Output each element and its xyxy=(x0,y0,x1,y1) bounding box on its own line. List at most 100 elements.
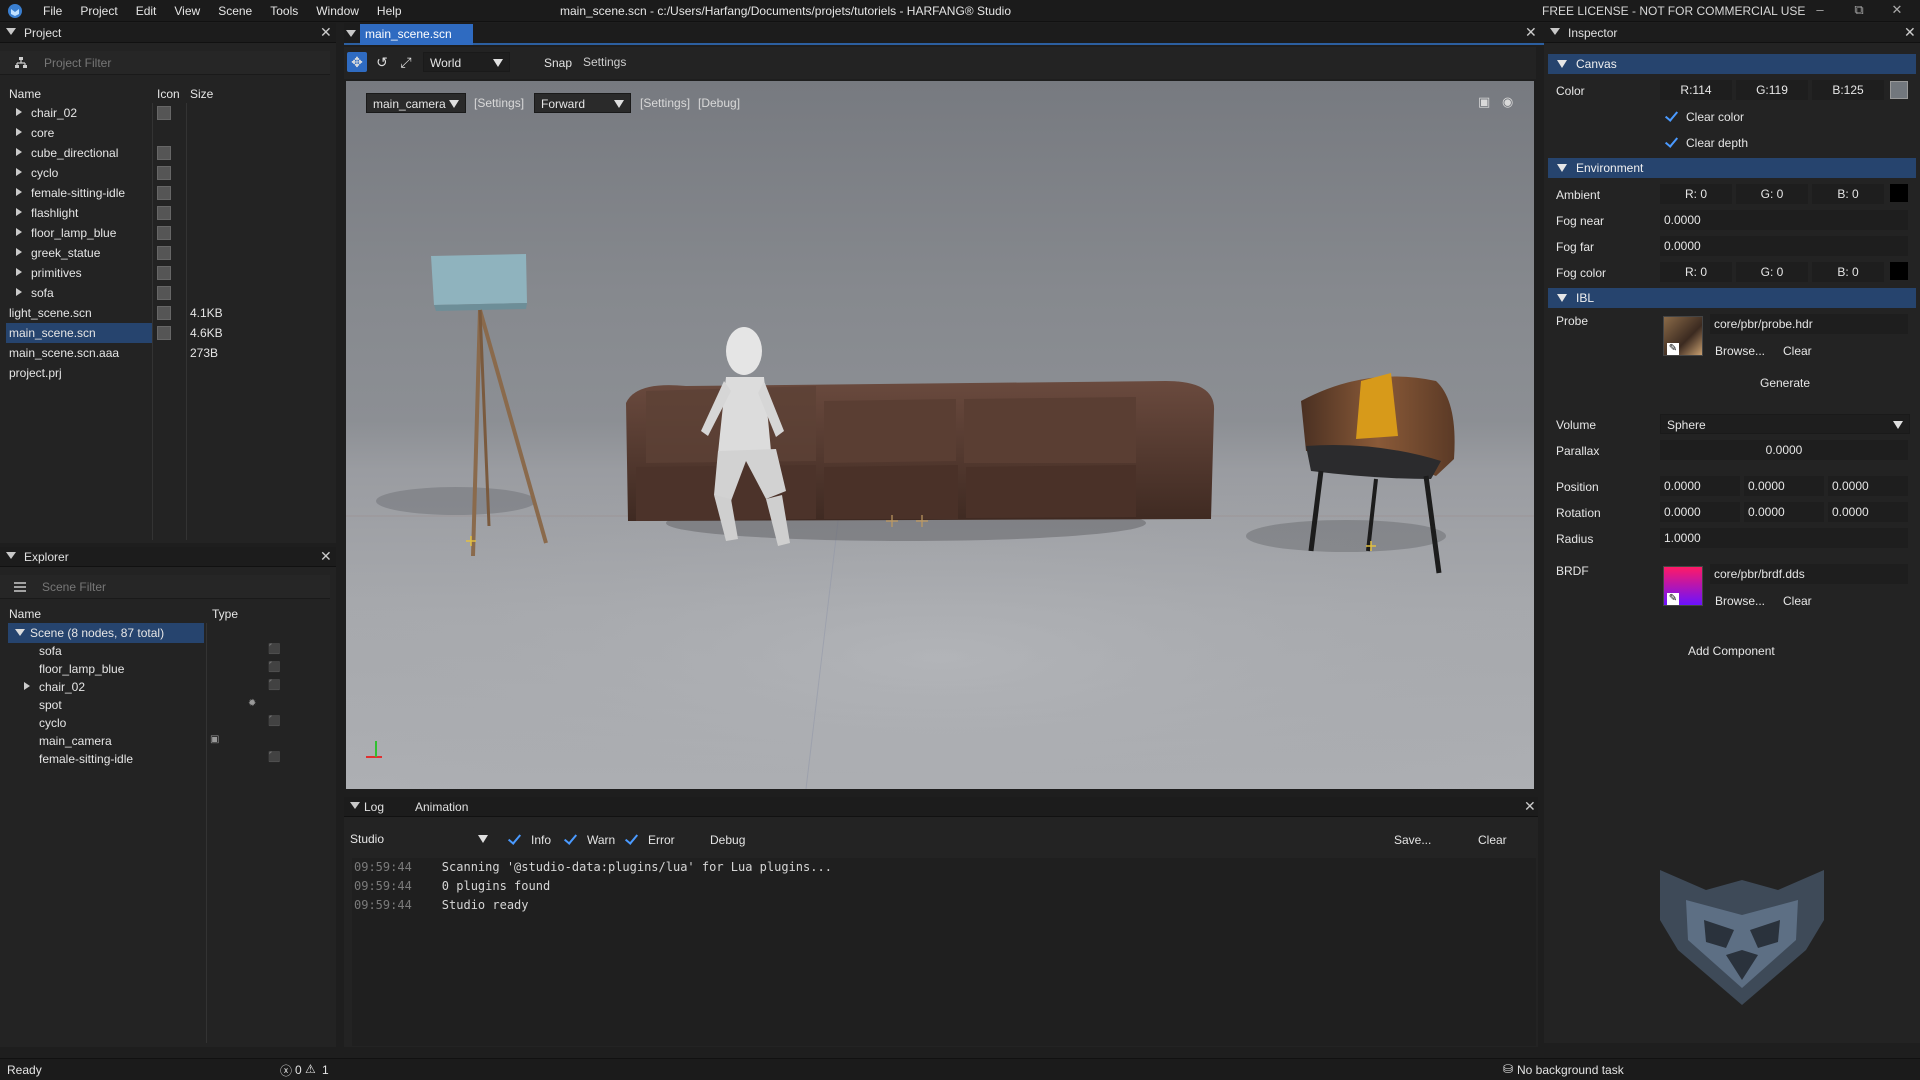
ambient-swatch[interactable] xyxy=(1890,184,1908,202)
tab-main-scene[interactable]: main_scene.scn xyxy=(360,24,473,45)
canvas-section-header[interactable]: Canvas xyxy=(1548,54,1916,74)
collapse-icon[interactable] xyxy=(1550,28,1560,35)
menu-help[interactable]: Help xyxy=(368,0,411,22)
brdf-browse-button[interactable]: Browse... xyxy=(1715,594,1765,608)
rotate-tool-icon[interactable]: ↺ xyxy=(372,52,392,72)
radius-input[interactable]: 1.0000 xyxy=(1660,528,1908,548)
scene-node[interactable]: chair_02 ⬛ xyxy=(0,677,336,697)
camera-select[interactable]: main_camera xyxy=(366,93,466,113)
fog-far-input[interactable]: 0.0000 xyxy=(1660,236,1908,256)
project-folder-item[interactable]: floor_lamp_blue xyxy=(0,223,336,243)
scene-node[interactable]: main_camera ▣ xyxy=(0,731,336,751)
brdf-clear-button[interactable]: Clear xyxy=(1783,594,1812,608)
project-file-item[interactable]: main_scene.scn.aaa 273B xyxy=(0,343,336,363)
canvas-color-r[interactable]: R:114 xyxy=(1660,80,1732,100)
close-icon[interactable]: ✕ xyxy=(1524,798,1536,815)
ambient-b[interactable]: B: 0 xyxy=(1812,184,1884,204)
close-icon[interactable]: ✕ xyxy=(1525,24,1537,41)
debug-toggle[interactable]: Debug xyxy=(710,833,745,847)
scene-node[interactable]: female-sitting-idle ⬛ xyxy=(0,749,336,769)
fog-color-swatch[interactable] xyxy=(1890,262,1908,280)
expand-icon[interactable] xyxy=(16,168,22,176)
clear-depth-checkbox[interactable] xyxy=(1663,134,1679,150)
expanded-icon[interactable] xyxy=(15,629,25,636)
brdf-thumbnail[interactable]: ✎ xyxy=(1663,566,1703,606)
menu-project[interactable]: Project xyxy=(71,0,126,22)
canvas-color-g[interactable]: G:119 xyxy=(1736,80,1808,100)
ambient-g[interactable]: G: 0 xyxy=(1736,184,1808,204)
menu-window[interactable]: Window xyxy=(307,0,368,22)
collapse-icon[interactable] xyxy=(6,552,16,559)
edit-icon[interactable]: ✎ xyxy=(1667,343,1679,355)
scene-filter[interactable]: Scene Filter xyxy=(0,575,330,599)
fog-near-input[interactable]: 0.0000 xyxy=(1660,210,1908,230)
debug-link[interactable]: [Debug] xyxy=(698,96,740,110)
collapse-icon[interactable] xyxy=(6,28,16,35)
project-folder-item[interactable]: flashlight xyxy=(0,203,336,223)
canvas-color-b[interactable]: B:125 xyxy=(1812,80,1884,100)
project-folder-item[interactable]: core xyxy=(0,123,336,143)
fog-color-r[interactable]: R: 0 xyxy=(1660,262,1732,282)
column-icon[interactable]: Icon xyxy=(157,87,180,101)
project-folder-item[interactable]: chair_02 xyxy=(0,103,336,123)
position-y[interactable]: 0.0000 xyxy=(1744,476,1824,496)
position-x[interactable]: 0.0000 xyxy=(1660,476,1740,496)
collapse-icon[interactable] xyxy=(350,802,360,809)
expand-icon[interactable] xyxy=(16,128,22,136)
hierarchy-icon[interactable] xyxy=(14,56,28,70)
expand-icon[interactable] xyxy=(16,108,22,116)
project-file-item[interactable]: main_scene.scn 4.6KB xyxy=(0,323,336,343)
close-window-icon[interactable]: ✕ xyxy=(1887,2,1907,20)
expand-icon[interactable] xyxy=(24,682,30,690)
ibl-section-header[interactable]: IBL xyxy=(1548,288,1916,308)
pipeline-select[interactable]: Forward xyxy=(534,93,631,113)
scene-node[interactable]: sofa ⬛ xyxy=(0,641,336,661)
generate-button[interactable]: Generate xyxy=(1760,376,1810,390)
project-folder-item[interactable]: primitives xyxy=(0,263,336,283)
expand-icon[interactable] xyxy=(16,188,22,196)
fog-color-g[interactable]: G: 0 xyxy=(1736,262,1808,282)
add-component-button[interactable]: Add Component xyxy=(1688,644,1775,658)
restore-icon[interactable]: ⧉ xyxy=(1849,2,1869,20)
project-folder-item[interactable]: female-sitting-idle xyxy=(0,183,336,203)
expand-icon[interactable] xyxy=(16,268,22,276)
menu-file[interactable]: File xyxy=(34,0,71,22)
canvas-color-swatch[interactable] xyxy=(1890,81,1908,99)
screenshot-icon[interactable]: ◉ xyxy=(1502,94,1513,110)
menu-view[interactable]: View xyxy=(165,0,209,22)
error-checkbox[interactable] xyxy=(623,831,639,847)
scene-node[interactable]: floor_lamp_blue ⬛ xyxy=(0,659,336,679)
rotation-y[interactable]: 0.0000 xyxy=(1744,502,1824,522)
expand-icon[interactable] xyxy=(16,248,22,256)
project-file-item[interactable]: light_scene.scn 4.1KB xyxy=(0,303,336,323)
view-cube-icon[interactable]: ▣ xyxy=(1478,94,1490,110)
probe-clear-button[interactable]: Clear xyxy=(1783,344,1812,358)
project-folder-item[interactable]: greek_statue xyxy=(0,243,336,263)
log-source-select[interactable]: Studio xyxy=(344,829,494,849)
expand-icon[interactable] xyxy=(16,288,22,296)
camera-settings-link[interactable]: [Settings] xyxy=(474,96,524,110)
snap-settings-button[interactable]: Settings xyxy=(583,55,626,69)
environment-section-header[interactable]: Environment xyxy=(1548,158,1916,178)
project-folder-item[interactable]: cyclo xyxy=(0,163,336,183)
parallax-slider[interactable]: 0.0000 xyxy=(1660,440,1908,460)
menu-scene[interactable]: Scene xyxy=(209,0,261,22)
menu-tools[interactable]: Tools xyxy=(261,0,307,22)
tab-animation[interactable]: Animation xyxy=(415,800,468,814)
close-icon[interactable]: ✕ xyxy=(320,24,332,41)
expand-icon[interactable] xyxy=(16,208,22,216)
project-folder-item[interactable]: cube_directional xyxy=(0,143,336,163)
scene-root-node[interactable]: Scene (8 nodes, 87 total) xyxy=(0,623,336,643)
expand-icon[interactable] xyxy=(16,228,22,236)
probe-browse-button[interactable]: Browse... xyxy=(1715,344,1765,358)
expand-icon[interactable] xyxy=(16,148,22,156)
edit-icon[interactable]: ✎ xyxy=(1667,593,1679,605)
scene-node[interactable]: cyclo ⬛ xyxy=(0,713,336,733)
column-name[interactable]: Name xyxy=(9,87,41,101)
rotation-z[interactable]: 0.0000 xyxy=(1828,502,1908,522)
column-type[interactable]: Type xyxy=(212,607,238,621)
fog-color-b[interactable]: B: 0 xyxy=(1812,262,1884,282)
scene-node[interactable]: spot ✹ xyxy=(0,695,336,715)
ambient-r[interactable]: R: 0 xyxy=(1660,184,1732,204)
project-file-item[interactable]: project.prj xyxy=(0,363,336,383)
